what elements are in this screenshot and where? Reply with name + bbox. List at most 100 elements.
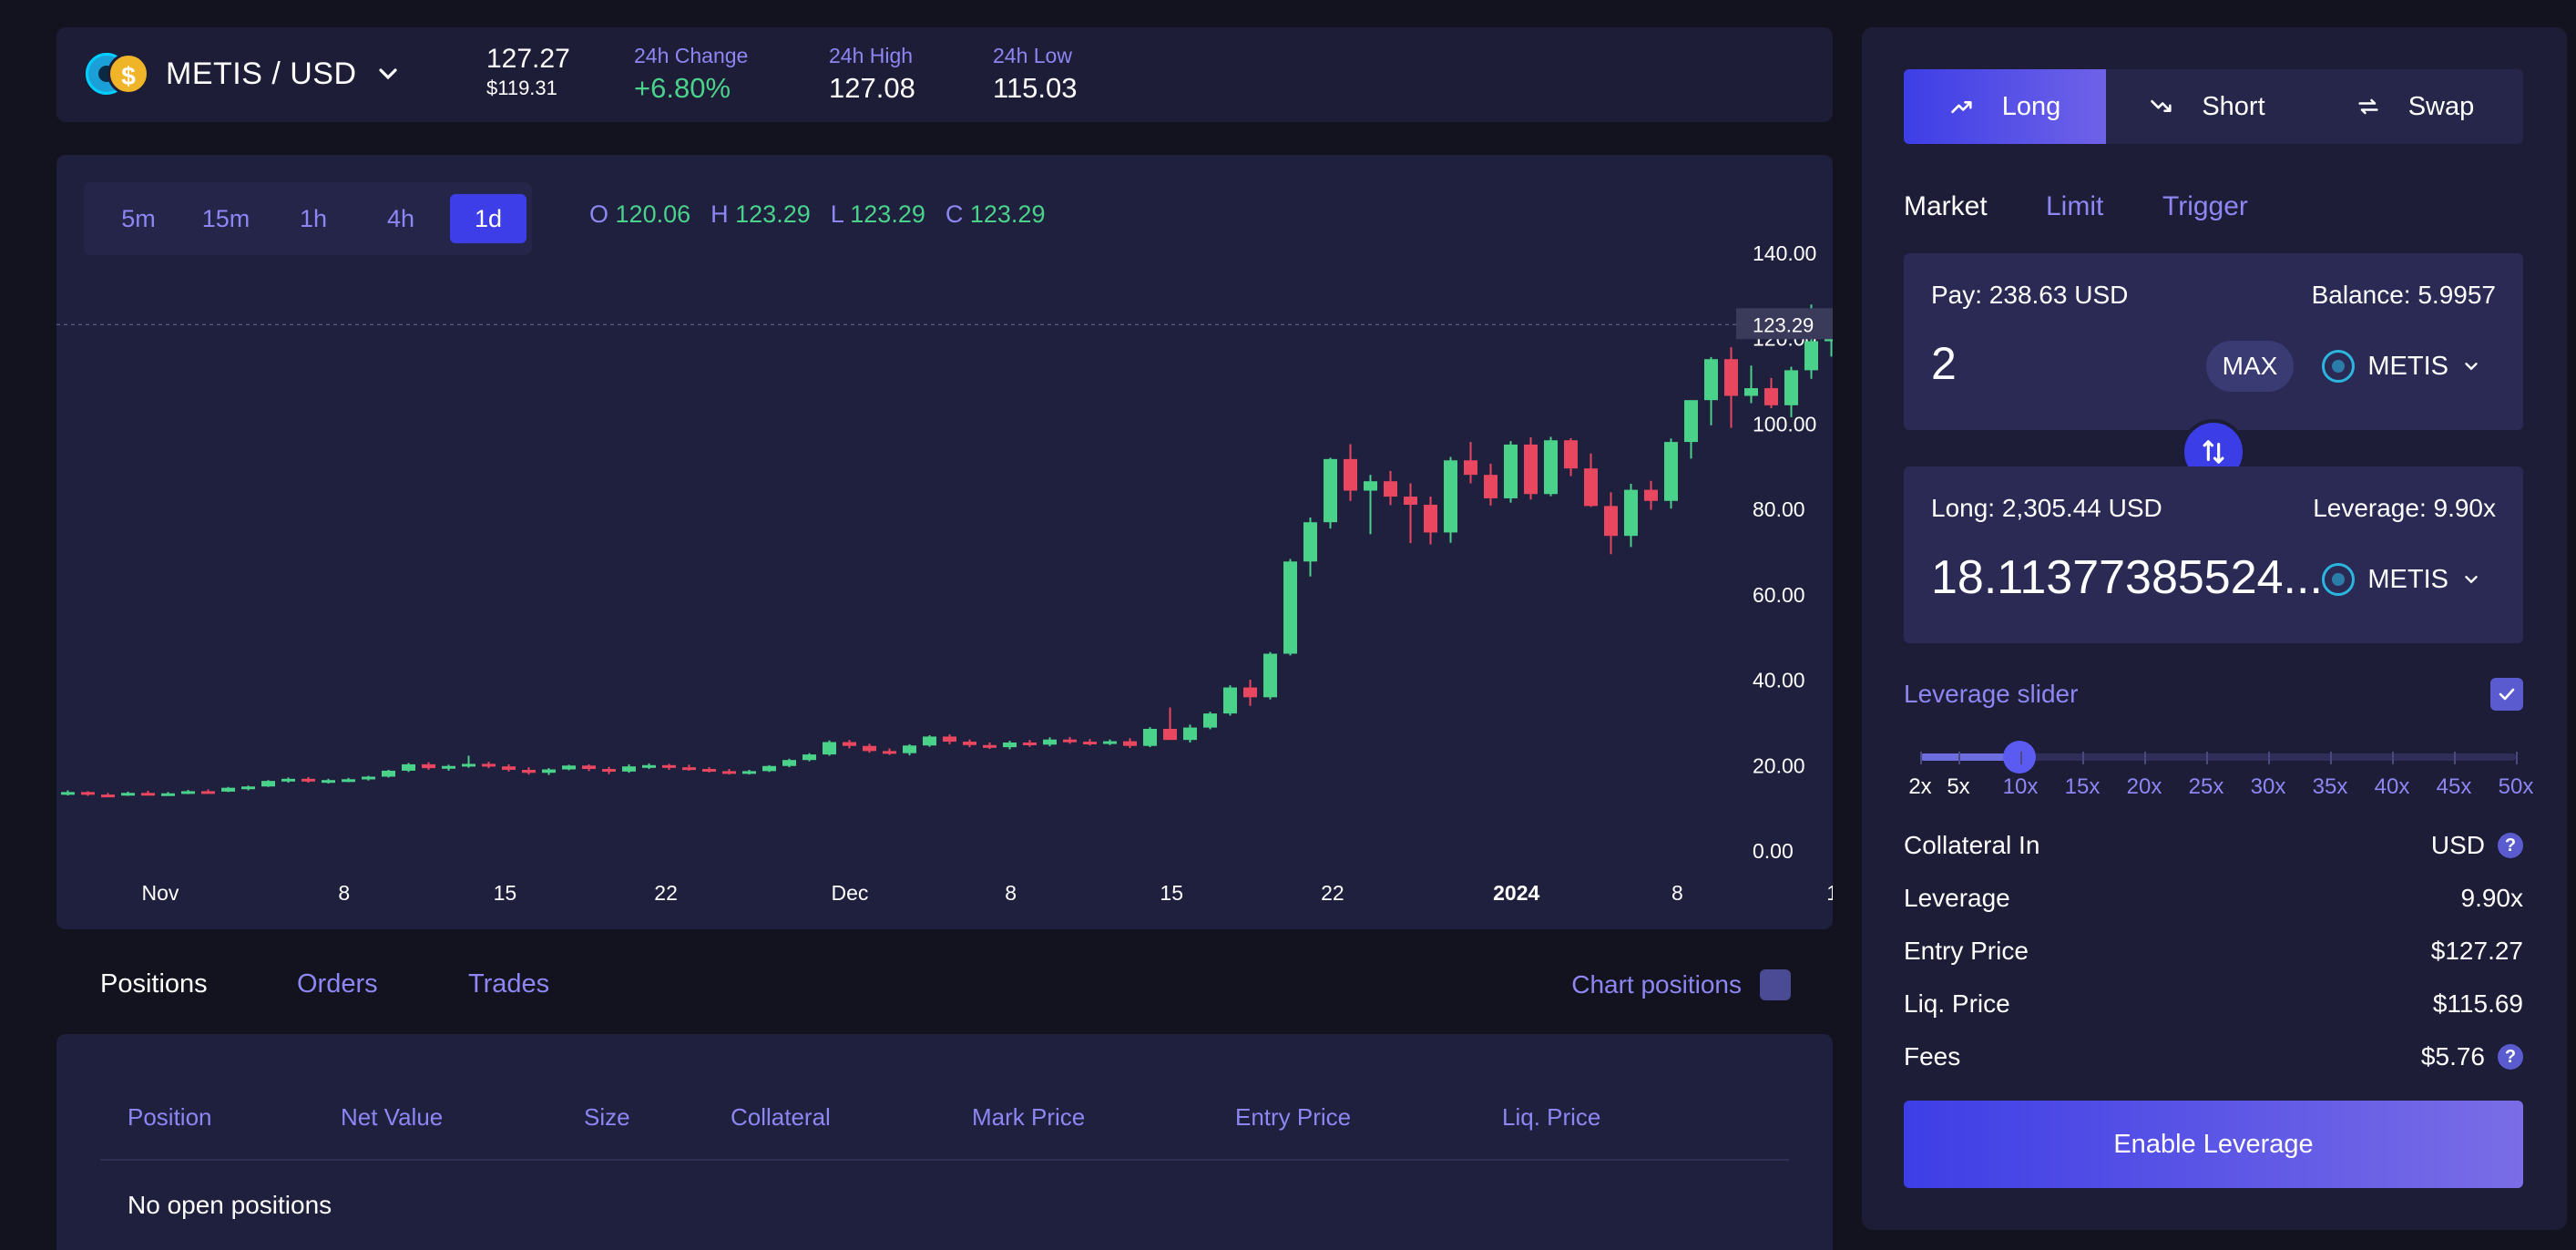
candle-body [141, 793, 155, 796]
candle-body [682, 767, 696, 771]
candle-body [1163, 728, 1177, 741]
price-chart-panel[interactable]: 140.00120.00100.0080.0060.0040.0020.000.… [56, 155, 1833, 929]
mode-short[interactable]: Short [2106, 69, 2308, 144]
order-type-market[interactable]: Market [1904, 191, 1988, 222]
positions-tabs: Positions Orders Trades Chart positions [56, 957, 1833, 1011]
long-token-label: METIS [2367, 564, 2448, 594]
timeframe-1h[interactable]: 1h [275, 194, 352, 243]
mode-swap[interactable]: Swap [2314, 69, 2516, 144]
timeframe-1d[interactable]: 1d [450, 194, 526, 243]
col-size: Size [584, 1103, 630, 1131]
col-entry-price: Entry Price [1235, 1103, 1352, 1131]
chart-positions-toggle[interactable]: Chart positions [1571, 969, 1791, 1000]
x-tick-label: 2024 [1493, 881, 1539, 905]
chevron-down-icon [378, 68, 397, 80]
trade-mode-tabs: Long Short Swap [1904, 69, 2523, 144]
leverage-info-value: 9.90x [2460, 884, 2524, 912]
candle-body [482, 763, 496, 767]
candle-body [241, 786, 255, 790]
candle-body [782, 760, 796, 766]
pay-label: Pay: 238.63 USD [1931, 281, 2129, 309]
slider-tick-label[interactable]: 30x [2251, 774, 2286, 800]
candle-body [522, 769, 536, 774]
candle-body [1484, 475, 1498, 498]
leverage-label: Leverage: 9.90x [2313, 494, 2496, 522]
candle-body [1043, 739, 1057, 745]
tab-orders[interactable]: Orders [297, 969, 378, 999]
candle-body [722, 771, 736, 774]
low-value: 115.03 [993, 72, 1078, 104]
slider-tick-label[interactable]: 50x [2499, 774, 2534, 800]
candle-body [362, 776, 375, 780]
long-label: Long: 2,305.44 USD [1931, 494, 2162, 522]
col-liq-price: Liq. Price [1502, 1103, 1601, 1131]
slider-tick [2206, 752, 2208, 764]
entry-price-label: Entry Price [1904, 937, 2029, 965]
enable-leverage-button[interactable]: Enable Leverage [1904, 1101, 2523, 1188]
candle-body [161, 793, 175, 796]
pay-amount-input[interactable]: 2 [1931, 337, 1957, 390]
leverage-slider[interactable] [1920, 741, 2518, 774]
chart-positions-checkbox[interactable] [1760, 969, 1791, 1000]
candle-body [542, 769, 556, 774]
order-type-limit[interactable]: Limit [2046, 191, 2103, 222]
slider-tick-label[interactable]: 35x [2313, 774, 2348, 800]
candle-body [1724, 359, 1738, 396]
tab-positions[interactable]: Positions [100, 969, 208, 999]
table-divider [100, 1159, 1789, 1161]
slider-tick-label[interactable]: 40x [2375, 774, 2410, 800]
pay-box: Pay: 238.63 USD Balance: 5.9957 2 MAX ME… [1904, 253, 2523, 430]
slider-tick-label[interactable]: 45x [2437, 774, 2472, 800]
slider-tick [2392, 752, 2394, 764]
help-icon[interactable]: ? [2498, 1044, 2523, 1070]
candle-body [502, 766, 516, 770]
ohlc-close: 123.29 [969, 200, 1046, 228]
max-button[interactable]: MAX [2206, 341, 2294, 392]
long-amount-input[interactable]: 18.11377385524... [1931, 550, 2323, 605]
mode-long[interactable]: Long [1904, 69, 2106, 144]
long-box: Long: 2,305.44 USD Leverage: 9.90x 18.11… [1904, 466, 2523, 643]
pair-selector[interactable]: $ METIS / USD [86, 51, 403, 97]
slider-tick-label[interactable]: 5x [1947, 774, 1969, 800]
slider-handle[interactable] [2002, 741, 2036, 774]
trading-app: $ METIS / USD 127.27 $119.31 24h Change … [0, 0, 2576, 1250]
col-mark-price: Mark Price [972, 1103, 1086, 1131]
token-pair-icon: $ [86, 51, 151, 97]
candle-body [843, 742, 856, 746]
candle-body [1704, 359, 1718, 401]
slider-tick [1920, 752, 1922, 764]
tab-trades[interactable]: Trades [468, 969, 549, 999]
mode-swap-label: Swap [2407, 91, 2475, 121]
metis-token-icon [2322, 350, 2356, 383]
candle-body [1364, 481, 1377, 491]
timeframe-4h[interactable]: 4h [363, 194, 439, 243]
pair-label: METIS / USD [166, 56, 357, 91]
candle-body [462, 763, 475, 767]
timeframe-15m[interactable]: 15m [188, 194, 264, 243]
ohlc-low: 123.29 [850, 200, 925, 228]
fees-label: Fees [1904, 1042, 1961, 1071]
order-type-trigger[interactable]: Trigger [2162, 191, 2248, 222]
slider-tick-label[interactable]: 20x [2127, 774, 2162, 800]
candle-body [1604, 506, 1618, 537]
candle-body [1083, 742, 1097, 745]
last-price-label: 123.29 [1753, 313, 1814, 336]
info-entry-price: Entry Price $127.27 [1904, 937, 2523, 966]
slider-tick-label[interactable]: 10x [2003, 774, 2039, 800]
usd-token-icon: $ [107, 53, 149, 95]
slider-tick-label[interactable]: 2x [1908, 774, 1931, 800]
x-tick-label: 22 [654, 881, 678, 905]
candlestick-chart[interactable]: 140.00120.00100.0080.0060.0040.0020.000.… [56, 155, 1833, 929]
pay-token-selector[interactable]: METIS [2322, 341, 2481, 392]
slider-tick-label[interactable]: 15x [2065, 774, 2101, 800]
help-icon[interactable]: ? [2498, 833, 2523, 858]
ohlc-open-label: O [589, 200, 609, 228]
trend-up-icon [1950, 101, 1972, 114]
long-token-selector[interactable]: METIS [2322, 554, 2481, 605]
candle-body [221, 787, 235, 792]
candle-body [1063, 739, 1077, 743]
timeframe-5m[interactable]: 5m [100, 194, 177, 243]
mode-long-label: Long [2001, 91, 2061, 121]
slider-tick-label[interactable]: 25x [2189, 774, 2224, 800]
leverage-slider-checkbox[interactable] [2490, 678, 2523, 711]
